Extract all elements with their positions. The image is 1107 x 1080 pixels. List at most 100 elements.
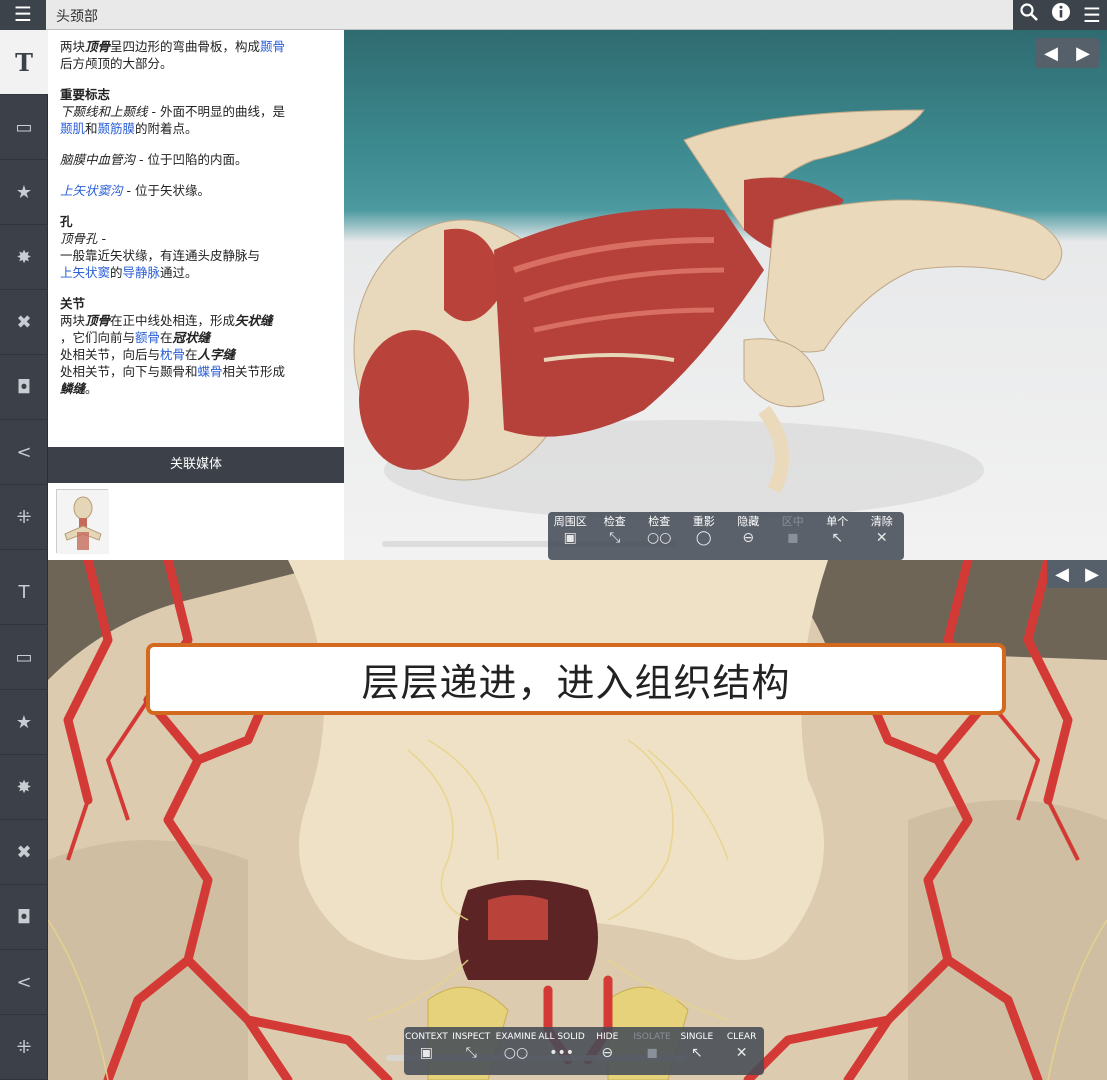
arrow-right-icon[interactable]: ▶ (1085, 564, 1099, 585)
link-temporal-fascia[interactable]: 颞筋膜 (98, 121, 136, 136)
joints-section: 关节 两块顶骨在正中线处相连，形成矢状缝 ，它们向前与额骨在冠状缝 处相关节，向… (60, 295, 332, 397)
text-span: - 位于矢状缘。 (122, 183, 210, 198)
gear-icon[interactable]: ✸ (0, 225, 48, 290)
caption-banner: 层层递进，进入组织结构 (146, 643, 1006, 715)
hide-icon: ⊖ (742, 530, 755, 546)
star-icon[interactable]: ★ (0, 690, 48, 755)
share-icon[interactable]: < (0, 420, 48, 485)
list-icon[interactable]: ☰ (1083, 0, 1101, 30)
search-icon[interactable] (1019, 0, 1039, 30)
ghost-icon: ◯ (695, 530, 712, 546)
toolbar-button-label: ALL SOLID (538, 1032, 585, 1042)
share-icon[interactable]: < (0, 950, 48, 1015)
link-superior-sagittal-sinus[interactable]: 上矢状窦 (60, 265, 110, 280)
toolbar-button-clear[interactable]: CLEAR ✕ (719, 1027, 764, 1075)
text-span: 呈四边形的弯曲骨板，构成 (110, 39, 261, 54)
toolbar-button-isolate[interactable]: 区中 ◼ (771, 512, 816, 560)
text-span: 的 (110, 265, 123, 280)
cross-tools-icon[interactable]: ✖ (0, 290, 48, 355)
anatomy-viewer-bottom[interactable]: ◀ ▶ (48, 560, 1107, 1080)
view-nav-arrows-bottom: ◀ ▶ (1047, 560, 1107, 588)
isolate-icon: ◼ (786, 530, 799, 546)
text-icon[interactable]: T (0, 30, 48, 95)
single-select-icon: ↖ (831, 530, 844, 546)
skeleton-thumbnail[interactable] (56, 489, 109, 554)
toolbar-button-examine[interactable]: 检查 ○○ (637, 512, 682, 560)
toolbar-button-hide[interactable]: 隐藏 ⊖ (726, 512, 771, 560)
examine-icon: ○○ (503, 1045, 529, 1061)
toolbar-button-single-select[interactable]: SINGLE ↖ (674, 1027, 719, 1075)
sidebar-bottom: T ▭ ★ ✸ ✖ ◘ < ⁜ (0, 560, 48, 1080)
text-span: 。 (85, 381, 98, 396)
toolbar-button-examine[interactable]: EXAMINE ○○ (494, 1027, 539, 1075)
text-span: 后方颅顶的大部分。 (60, 56, 173, 71)
term-parietal: 顶骨 (85, 39, 111, 54)
toolbar-button-label: CONTEXT (405, 1032, 448, 1042)
frame-icon[interactable]: ▭ (0, 625, 48, 690)
inspect-icon: ⤡ (465, 1045, 477, 1061)
toolbar-button-context[interactable]: CONTEXT ▣ (404, 1027, 449, 1075)
landmark-groove: 脑膜中血管沟 - 位于凹陷的内面。 (60, 151, 332, 168)
link-sphenoid-bone[interactable]: 蝶骨 (198, 364, 223, 379)
view-nav-arrows: ◀ ▶ (1035, 38, 1099, 68)
text-span: 一般靠近矢状缘，有连通头皮静脉与 (60, 248, 261, 263)
star-icon[interactable]: ★ (0, 160, 48, 225)
context-icon: ▣ (563, 530, 577, 546)
toolbar-button-label: INSPECT (452, 1032, 491, 1042)
toolbar-button-ghost[interactable]: 重影 ◯ (682, 512, 727, 560)
text-span: - 位于凹陷的内面。 (135, 152, 248, 167)
link-emissary-vein[interactable]: 导静脉 (123, 265, 161, 280)
toolbar-button-clear[interactable]: 清除 ✕ (860, 512, 905, 560)
toolbar-button-isolate[interactable]: ISOLATE ◼ (630, 1027, 675, 1075)
all-solid-icon: ••• (549, 1045, 574, 1061)
text-span: ，它们向前与 (60, 330, 136, 345)
toolbar-button-all-solid[interactable]: ALL SOLID ••• (538, 1027, 584, 1075)
toolbar-button-context[interactable]: 周围区 ▣ (548, 512, 593, 560)
camera-icon[interactable]: ◘ (0, 885, 48, 950)
toolbar-button-hide[interactable]: HIDE ⊖ (585, 1027, 630, 1075)
arrow-left-icon[interactable]: ◀ (1044, 43, 1058, 64)
term-temporal-lines: 下颞线和上颞线 (60, 104, 148, 119)
related-media-bar[interactable]: 关联媒体 (48, 447, 344, 483)
move-icon[interactable]: ⁜ (0, 485, 48, 550)
text-span: 的附着点。 (135, 121, 198, 136)
toolbar-button-label: HIDE (596, 1032, 619, 1042)
term-squamous-suture: 鳞缝 (60, 381, 86, 396)
move-icon[interactable]: ⁜ (0, 1015, 48, 1080)
view-toolbar-top: 周围区 ▣ 检查 ⤡ 检查 ○○ 重影 ◯ 隐藏 ⊖ 区中 ◼ 单个 ↖ 清除 ✕ (548, 512, 904, 560)
toolbar-button-label: 检查 (603, 515, 626, 528)
toolbar-button-single-select[interactable]: 单个 ↖ (815, 512, 860, 560)
cross-tools-icon[interactable]: ✖ (0, 820, 48, 885)
toolbar-button-label: 清除 (870, 515, 893, 528)
view-toolbar-bottom: CONTEXT ▣ INSPECT ⤡ EXAMINE ○○ ALL SOLID ••• HID… (404, 1027, 764, 1075)
info-icon[interactable] (1051, 0, 1071, 30)
text-span: 相关节形成 (222, 364, 286, 379)
term-parietal-foramen: 顶骨孔 - (60, 231, 106, 246)
text-span: 在正中线处相连，形成 (110, 313, 236, 328)
link-sagittal-sinus-groove[interactable]: 上矢状窦沟 (60, 183, 123, 198)
link-temporalis[interactable]: 颞肌 (60, 121, 85, 136)
toolbar-button-label: SINGLE (680, 1032, 714, 1042)
arrow-right-icon[interactable]: ▶ (1076, 43, 1090, 64)
frame-icon[interactable]: ▭ (0, 95, 48, 160)
link-frontal-bone[interactable]: 额骨 (135, 330, 160, 345)
toolbar-button-inspect[interactable]: 检查 ⤡ (593, 512, 638, 560)
arrow-left-icon[interactable]: ◀ (1055, 564, 1069, 585)
toolbar-button-label: EXAMINE (495, 1032, 537, 1042)
examine-icon: ○○ (647, 530, 672, 546)
link-occipital-bone[interactable]: 枕骨 (160, 347, 185, 362)
link-temporal-bone[interactable]: 颞骨 (260, 39, 285, 54)
toolbar-button-label: 隐藏 (737, 515, 760, 528)
hamburger-icon[interactable]: ☰ (0, 0, 46, 30)
anatomy-viewer-top[interactable]: ◀ ▶ (344, 30, 1107, 560)
vessel-nerve-render (48, 560, 1107, 1080)
text-span: 在 (160, 330, 173, 345)
toolbar-button-label: 单个 (826, 515, 849, 528)
inspect-icon: ⤡ (609, 530, 621, 546)
toolbar-button-inspect[interactable]: INSPECT ⤡ (449, 1027, 494, 1075)
term-meningeal-groove: 脑膜中血管沟 (60, 152, 136, 167)
text-icon[interactable]: T (0, 560, 48, 625)
gear-icon[interactable]: ✸ (0, 755, 48, 820)
camera-icon[interactable]: ◘ (0, 355, 48, 420)
skull-muscle-render (353, 109, 1063, 520)
